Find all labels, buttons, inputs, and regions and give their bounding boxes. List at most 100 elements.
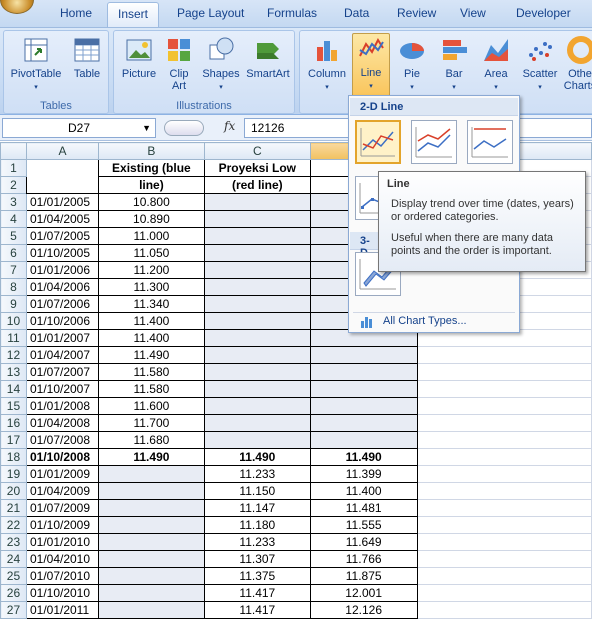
100-stacked-line-chart-thumb[interactable] [467, 120, 513, 164]
row-header[interactable]: 14 [0, 380, 27, 398]
proyeksi-high-cell[interactable]: 11.875 [309, 567, 418, 585]
empty-cell[interactable] [416, 448, 592, 466]
proyeksi-high-cell[interactable] [309, 380, 418, 398]
row-header[interactable]: 18 [0, 448, 27, 466]
tab-developer[interactable]: Developer [516, 6, 571, 20]
smartart-button[interactable]: SmartArt [244, 35, 292, 80]
row-header[interactable]: 11 [0, 329, 27, 347]
empty-cell[interactable] [416, 363, 592, 381]
proyeksi-low-cell[interactable]: 11.150 [203, 482, 311, 500]
row-header[interactable]: 1 [0, 159, 27, 177]
pie-chart-button[interactable]: Pie ▾ [392, 35, 432, 94]
proyeksi-high-cell[interactable]: 11.399 [309, 465, 418, 483]
select-all-corner[interactable] [0, 142, 27, 160]
date-cell[interactable]: 01/01/2011 [25, 601, 99, 619]
picture-button[interactable]: Picture [118, 35, 160, 80]
existing-cell[interactable] [97, 482, 205, 500]
tab-home[interactable]: Home [60, 6, 92, 20]
proyeksi-low-cell[interactable] [203, 210, 311, 228]
date-cell[interactable]: 01/04/2007 [25, 346, 99, 364]
date-cell[interactable]: 01/04/2010 [25, 550, 99, 568]
existing-cell[interactable]: 10.890 [97, 210, 205, 228]
proyeksi-high-cell[interactable] [309, 346, 418, 364]
row-header[interactable]: 15 [0, 397, 27, 415]
empty-cell[interactable] [416, 431, 592, 449]
date-cell[interactable]: 01/04/2005 [25, 210, 99, 228]
existing-cell[interactable]: 11.580 [97, 363, 205, 381]
existing-cell[interactable]: 11.680 [97, 431, 205, 449]
tab-insert[interactable]: Insert [107, 2, 160, 28]
tab-view[interactable]: View [460, 6, 486, 20]
existing-cell[interactable]: 11.300 [97, 278, 205, 296]
proyeksi-low-cell[interactable] [203, 414, 311, 432]
existing-cell[interactable]: 11.000 [97, 227, 205, 245]
tab-data[interactable]: Data [344, 6, 369, 20]
existing-cell[interactable]: 11.400 [97, 329, 205, 347]
existing-cell[interactable]: 10.800 [97, 193, 205, 211]
row-header[interactable]: 26 [0, 584, 27, 602]
empty-cell[interactable] [416, 499, 592, 517]
row-header[interactable]: 25 [0, 567, 27, 585]
date-cell[interactable]: 01/01/2006 [25, 261, 99, 279]
date-cell[interactable]: 01/01/2008 [25, 397, 99, 415]
stacked-line-chart-thumb[interactable] [411, 120, 457, 164]
line-chart-thumb[interactable] [355, 120, 401, 164]
existing-cell[interactable] [97, 550, 205, 568]
proyeksi-high-cell[interactable]: 11.481 [309, 499, 418, 517]
date-cell[interactable]: 01/07/2006 [25, 295, 99, 313]
proyeksi-low-cell[interactable] [203, 261, 311, 279]
row-header[interactable]: 7 [0, 261, 27, 279]
header-existing-1[interactable]: Existing (blue [97, 159, 205, 177]
date-cell[interactable]: 01/01/2009 [25, 465, 99, 483]
existing-cell[interactable] [97, 499, 205, 517]
date-cell[interactable]: 01/07/2005 [25, 227, 99, 245]
existing-cell[interactable] [97, 601, 205, 619]
proyeksi-high-cell[interactable]: 12.126 [309, 601, 418, 619]
existing-cell[interactable] [97, 584, 205, 602]
date-cell[interactable]: 01/10/2009 [25, 516, 99, 534]
row-header[interactable]: 3 [0, 193, 27, 211]
existing-cell[interactable]: 11.050 [97, 244, 205, 262]
scatter-chart-button[interactable]: Scatter ▾ [518, 35, 562, 94]
date-cell[interactable]: 01/10/2007 [25, 380, 99, 398]
column-header-a[interactable]: A [25, 142, 99, 160]
proyeksi-low-cell[interactable]: 11.375 [203, 567, 311, 585]
row-header[interactable]: 21 [0, 499, 27, 517]
pivottable-button[interactable]: PivotTable ▾ [8, 35, 64, 94]
chevron-down-icon[interactable]: ▼ [142, 119, 151, 137]
proyeksi-high-cell[interactable] [309, 431, 418, 449]
column-header-c[interactable]: C [203, 142, 311, 160]
other-charts-button[interactable]: OtheCharts [562, 35, 592, 92]
formula-bar-resize-handle[interactable] [164, 120, 204, 136]
header-proyeksi-low-1[interactable]: Proyeksi Low [203, 159, 311, 177]
existing-cell[interactable] [97, 516, 205, 534]
column-chart-button[interactable]: Column ▾ [304, 35, 350, 94]
row-header[interactable]: 16 [0, 414, 27, 432]
proyeksi-low-cell[interactable] [203, 329, 311, 347]
date-cell[interactable]: 01/10/2010 [25, 584, 99, 602]
date-cell[interactable]: 01/04/2006 [25, 278, 99, 296]
empty-cell[interactable] [416, 346, 592, 364]
bar-chart-button[interactable]: Bar ▾ [434, 35, 474, 94]
empty-cell[interactable] [416, 380, 592, 398]
header-proyeksi-low-2[interactable]: (red line) [203, 176, 311, 194]
row-header[interactable]: 10 [0, 312, 27, 330]
date-cell[interactable]: 01/07/2007 [25, 363, 99, 381]
line-chart-button[interactable]: Line ▾ [352, 33, 390, 99]
existing-cell[interactable]: 11.400 [97, 312, 205, 330]
proyeksi-high-cell[interactable]: 11.400 [309, 482, 418, 500]
row-header[interactable]: 13 [0, 363, 27, 381]
cell-a1[interactable] [25, 159, 99, 194]
proyeksi-low-cell[interactable] [203, 346, 311, 364]
tab-page-layout[interactable]: Page Layout [177, 6, 244, 20]
shapes-button[interactable]: Shapes ▾ [200, 35, 242, 94]
proyeksi-high-cell[interactable]: 12.001 [309, 584, 418, 602]
row-header[interactable]: 27 [0, 601, 27, 619]
proyeksi-low-cell[interactable]: 11.417 [203, 584, 311, 602]
proyeksi-low-cell[interactable] [203, 397, 311, 415]
date-cell[interactable]: 01/07/2009 [25, 499, 99, 517]
empty-cell[interactable] [416, 516, 592, 534]
office-button[interactable] [0, 0, 34, 14]
proyeksi-high-cell[interactable]: 11.649 [309, 533, 418, 551]
proyeksi-high-cell[interactable] [309, 414, 418, 432]
